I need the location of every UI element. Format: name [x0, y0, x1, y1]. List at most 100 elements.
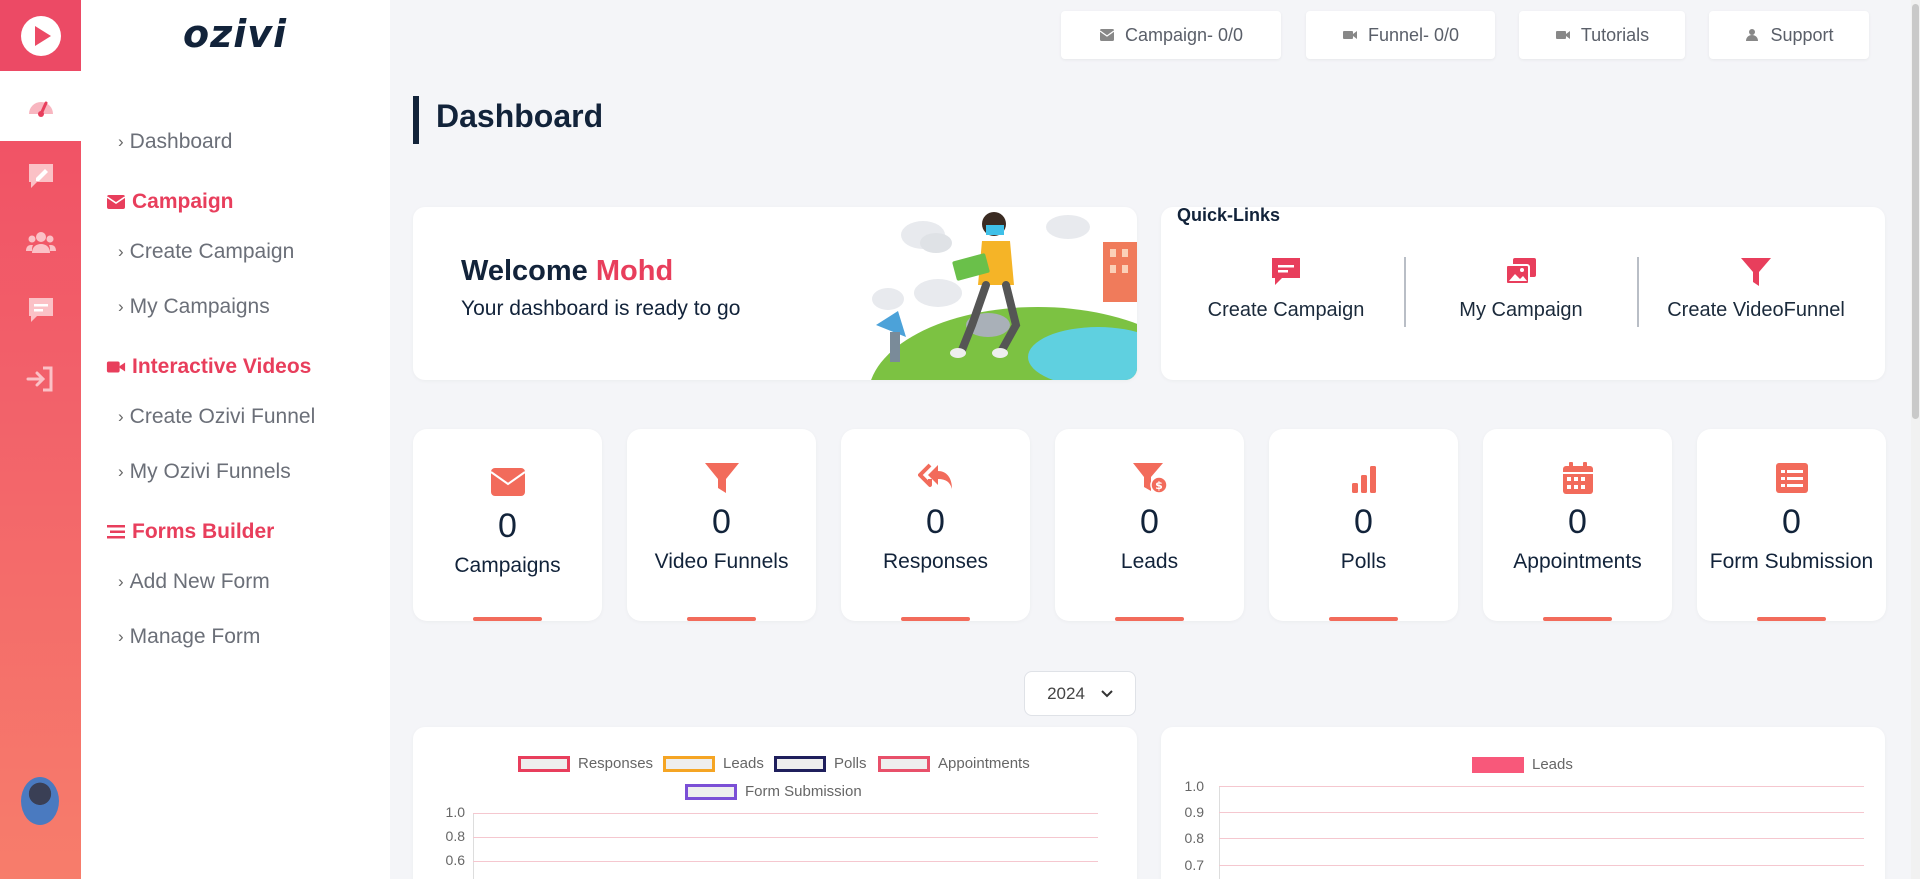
- campaign-quota-button[interactable]: Campaign- 0/0: [1061, 11, 1281, 59]
- stat-label: Campaigns: [454, 554, 561, 577]
- stat-card-polls[interactable]: 0 Polls: [1269, 429, 1458, 621]
- y-tick: 0.7: [1184, 857, 1204, 873]
- campaign-quota-label: Campaign- 0/0: [1124, 24, 1244, 45]
- quick-links-title: Quick-Links: [1177, 205, 1281, 225]
- legend-label: Polls: [834, 755, 867, 772]
- quick-link-my-campaign[interactable]: My Campaign: [1411, 255, 1631, 322]
- nav-add-new-form[interactable]: › Add New Form: [118, 570, 270, 594]
- user-avatar[interactable]: [21, 777, 59, 825]
- nav-section-campaign-label: Campaign: [132, 190, 234, 213]
- grid-line: [1219, 865, 1864, 866]
- stat-accent-bar: [1115, 617, 1184, 621]
- quick-links-card: Quick-Links Create Campaign My Campaign …: [1161, 205, 1885, 380]
- icon-rail: [0, 0, 81, 879]
- welcome-heading: Welcome Mohd: [461, 255, 673, 288]
- quick-link-create-campaign-label: Create Campaign: [1207, 299, 1365, 321]
- legend-item[interactable]: Form Submission: [685, 783, 862, 800]
- nav-create-ozivi-funnel[interactable]: › Create Ozivi Funnel: [118, 405, 315, 429]
- stat-card-leads[interactable]: $ 0 Leads: [1055, 429, 1244, 621]
- legend-label: Form Submission: [745, 783, 862, 800]
- stat-label: Polls: [1340, 550, 1387, 573]
- funnel-icon: [704, 463, 739, 493]
- rail-edit-icon[interactable]: [0, 141, 81, 211]
- stat-label: Appointments: [1513, 550, 1642, 573]
- envelope-icon: [1099, 29, 1115, 41]
- reply-all-icon: [917, 463, 952, 489]
- welcome-card: Welcome Mohd Your dashboard is ready to …: [413, 207, 1137, 380]
- stat-label: Video Funnels: [654, 550, 789, 573]
- tutorials-label: Tutorials: [1580, 24, 1650, 45]
- legend-swatch: [878, 755, 930, 772]
- scrollbar-thumb[interactable]: [1912, 4, 1919, 419]
- signal-icon: [1351, 466, 1376, 493]
- nav-create-campaign[interactable]: › Create Campaign: [118, 240, 294, 264]
- legend-item[interactable]: Leads: [663, 755, 764, 772]
- y-tick: 1.0: [1184, 778, 1204, 794]
- nav-section-interactive-videos: Interactive Videos: [106, 355, 311, 379]
- tutorials-button[interactable]: Tutorials: [1519, 11, 1685, 59]
- stat-card-video-funnels[interactable]: 0 Video Funnels: [627, 429, 816, 621]
- legend-label: Responses: [578, 755, 654, 772]
- stat-card-appointments[interactable]: 0 Appointments: [1483, 429, 1672, 621]
- legend-swatch: [774, 755, 826, 772]
- calendar-icon: [1562, 462, 1593, 494]
- comment-icon: [1272, 258, 1300, 285]
- nav-my-ozivi-funnels-label: My Ozivi Funnels: [129, 460, 291, 483]
- nav-my-ozivi-funnels[interactable]: › My Ozivi Funnels: [118, 460, 291, 484]
- quick-link-create-campaign[interactable]: Create Campaign: [1176, 255, 1396, 322]
- rail-users-icon[interactable]: [0, 207, 81, 277]
- leads-chart: Leads 1.0 0.9 0.8 0.7: [1161, 727, 1885, 879]
- activity-chart: Responses Leads Polls Appointments Form …: [413, 727, 1137, 879]
- grid-line: [473, 837, 1098, 838]
- grid-line: [473, 861, 1098, 862]
- grid-line: [1219, 786, 1864, 787]
- rail-message-icon[interactable]: [0, 275, 81, 345]
- nav-create-ozivi-funnel-label: Create Ozivi Funnel: [129, 405, 316, 428]
- y-tick: 0.8: [1184, 830, 1204, 846]
- rail-dashboard-gauge-icon[interactable]: [0, 71, 81, 141]
- legend-swatch: [663, 755, 715, 772]
- funnel-quota-button[interactable]: Funnel- 0/0: [1306, 11, 1495, 59]
- nav-section-forms-builder: Forms Builder: [106, 520, 274, 544]
- legend-swatch: [685, 783, 737, 800]
- stat-value: 0: [498, 507, 517, 545]
- year-select-value: 2024: [1047, 683, 1085, 703]
- quick-link-create-videofunnel[interactable]: Create VideoFunnel: [1646, 255, 1866, 322]
- legend-swatch: [518, 755, 570, 772]
- rail-logout-icon[interactable]: [0, 344, 81, 414]
- stat-accent-bar: [901, 617, 970, 621]
- nav-my-campaigns[interactable]: › My Campaigns: [118, 295, 270, 319]
- nav-create-campaign-label: Create Campaign: [129, 240, 295, 263]
- app-logo-icon[interactable]: [0, 0, 81, 71]
- grid-line: [473, 813, 1098, 814]
- funnel-dollar-icon: $: [1132, 463, 1168, 494]
- y-tick: 0.6: [445, 852, 465, 868]
- legend-item[interactable]: Responses: [518, 755, 653, 772]
- nav-manage-form[interactable]: › Manage Form: [118, 625, 260, 649]
- envelope-icon: [106, 195, 126, 209]
- chevron-right-icon: ›: [118, 462, 124, 481]
- chevron-right-icon: ›: [118, 297, 124, 316]
- nav-dashboard[interactable]: › Dashboard: [118, 130, 232, 154]
- stat-card-form-submission[interactable]: 0 Form Submission: [1697, 429, 1886, 621]
- legend-item[interactable]: Polls: [774, 755, 867, 772]
- stat-card-campaigns[interactable]: 0 Campaigns: [413, 429, 602, 621]
- quick-link-my-campaign-label: My Campaign: [1459, 299, 1583, 321]
- nav-manage-form-label: Manage Form: [129, 625, 261, 648]
- legend-item[interactable]: Leads: [1472, 756, 1573, 773]
- year-select[interactable]: 2024: [1024, 671, 1136, 716]
- stat-accent-bar: [1757, 617, 1826, 621]
- legend-swatch: [1472, 756, 1524, 773]
- page-scrollbar[interactable]: [1911, 0, 1920, 879]
- stat-value: 0: [1354, 503, 1373, 541]
- chevron-right-icon: ›: [118, 242, 124, 261]
- brand-logo[interactable]: ozivi: [183, 12, 287, 56]
- support-button[interactable]: Support: [1709, 11, 1869, 59]
- legend-item[interactable]: Appointments: [878, 755, 1030, 772]
- stat-card-responses[interactable]: 0 Responses: [841, 429, 1030, 621]
- list-icon: [1775, 463, 1808, 493]
- stat-label: Leads: [1120, 550, 1179, 573]
- funnel-quota-label: Funnel- 0/0: [1367, 24, 1460, 45]
- welcome-user-name: Mohd: [595, 255, 674, 287]
- legend-label: Leads: [1532, 756, 1573, 773]
